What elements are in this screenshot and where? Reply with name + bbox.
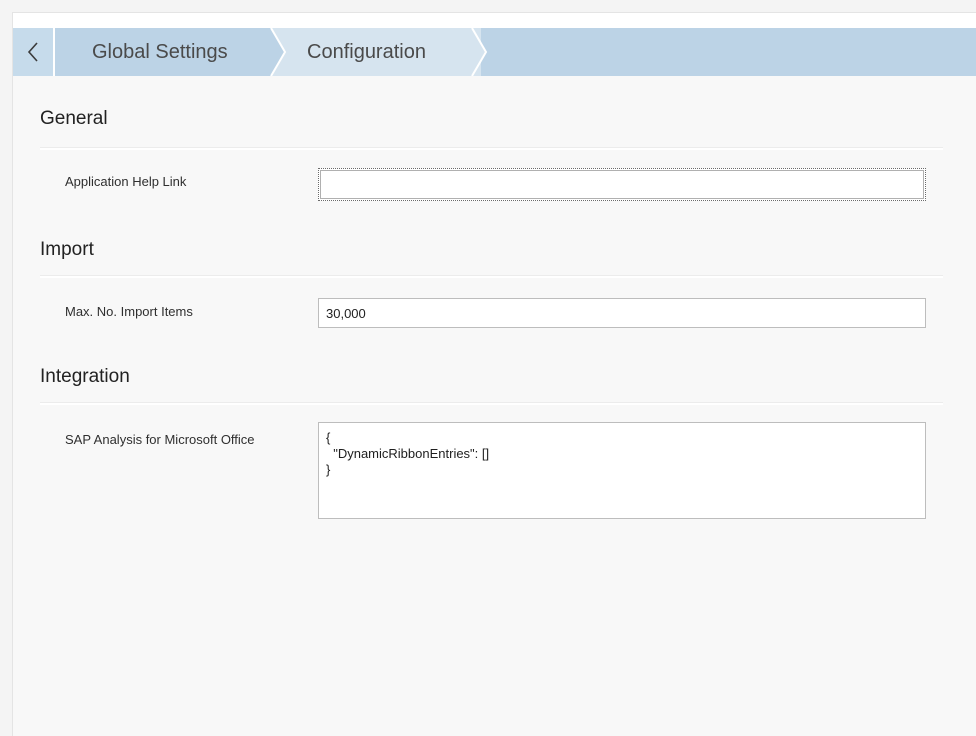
breadcrumb-item-global-settings[interactable]: Global Settings [55, 28, 285, 76]
sap-analysis-label: SAP Analysis for Microsoft Office [65, 432, 255, 447]
help-link-input[interactable] [318, 168, 926, 201]
breadcrumb-separator [466, 28, 488, 76]
max-import-items-input[interactable] [318, 298, 926, 328]
chevron-left-icon [27, 42, 38, 62]
window-top-frame [0, 0, 976, 13]
breadcrumb-separator [265, 28, 287, 76]
sap-analysis-textarea[interactable]: { "DynamicRibbonEntries": [] } [318, 422, 926, 519]
breadcrumb: Global Settings Configuration [13, 28, 976, 76]
window-left-frame [0, 12, 13, 736]
back-button[interactable] [13, 28, 55, 76]
breadcrumb-item-label: Configuration [307, 40, 426, 63]
section-divider [40, 147, 943, 150]
settings-panel: Global Settings Configuration General Ap… [13, 28, 976, 736]
section-title-integration: Integration [40, 366, 130, 387]
section-divider [40, 275, 943, 278]
section-divider [40, 402, 943, 405]
help-link-label: Application Help Link [65, 174, 187, 189]
section-title-general: General [40, 108, 108, 129]
breadcrumb-item-configuration[interactable]: Configuration [271, 28, 481, 76]
section-title-import: Import [40, 239, 94, 260]
max-import-items-label: Max. No. Import Items [65, 304, 193, 319]
breadcrumb-item-label: Global Settings [92, 40, 228, 63]
